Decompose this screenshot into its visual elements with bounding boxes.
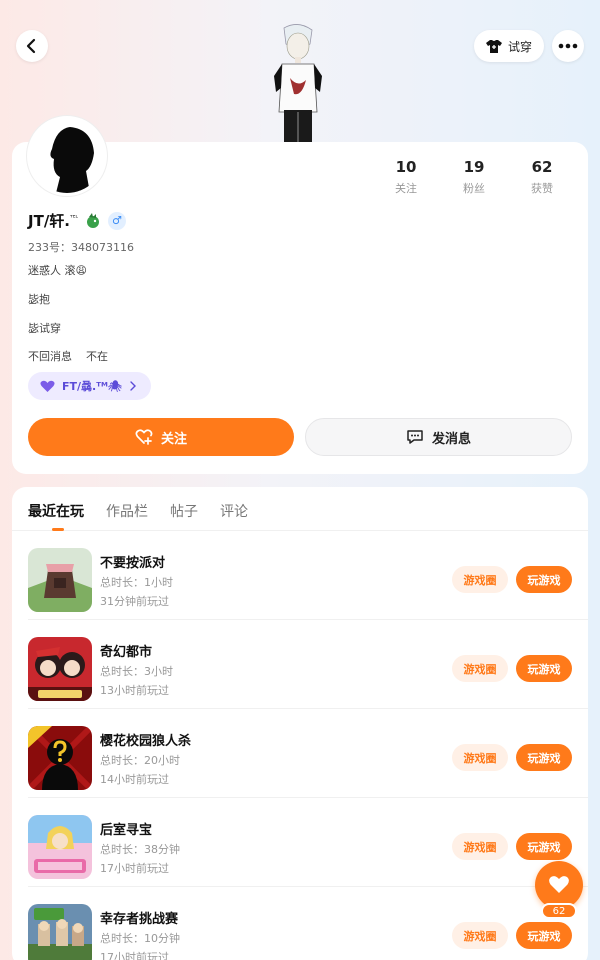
game-title: 幸存者挑战赛 — [100, 912, 179, 927]
more-options-button[interactable] — [552, 30, 584, 62]
game-duration: 总时长：3小时 — [100, 665, 173, 678]
row-divider — [28, 708, 588, 709]
stat-label: 关注 — [395, 182, 417, 195]
shirt-icon — [485, 40, 502, 53]
message-button[interactable]: 发消息 — [305, 418, 572, 456]
game-duration: 总时长：10分钟 — [100, 932, 180, 945]
gender-male-icon: ♂ — [107, 211, 126, 230]
stat-number: 10 — [395, 158, 417, 176]
stat-likes[interactable]: 62 获赞 — [508, 158, 576, 196]
silhouette-avatar-image — [30, 119, 104, 193]
game-thumbnail[interactable] — [28, 637, 92, 701]
game-thumbnail[interactable] — [28, 726, 92, 790]
game-circle-button[interactable]: 游戏圈 — [452, 655, 508, 682]
game-row[interactable]: 幸存者挑战赛 总时长：10分钟 17小时前玩过 游戏圈 玩游戏 — [12, 888, 588, 960]
tab-recently-played[interactable]: 最近在玩 — [28, 501, 84, 531]
game-last-played: 31分钟前玩过 — [100, 595, 169, 608]
avatar[interactable] — [27, 116, 107, 196]
group-tag[interactable]: FT/骉.ᵀᴹ🕷 — [28, 372, 151, 400]
stat-following[interactable]: 10 关注 — [372, 158, 440, 196]
heart-icon — [549, 876, 569, 893]
row-divider — [28, 619, 588, 620]
game-circle-button[interactable]: 游戏圈 — [452, 833, 508, 860]
bio-line: 不回消息 不在 — [28, 350, 108, 363]
game-thumbnail[interactable] — [28, 548, 92, 612]
profile-name-text: JT/轩. — [28, 212, 70, 230]
heart-plus-icon — [135, 429, 153, 445]
bio-line: 毖试穿 — [28, 322, 61, 335]
game-thumbnail[interactable] — [28, 904, 92, 960]
purple-heart-icon — [40, 380, 55, 392]
play-game-button[interactable]: 玩游戏 — [516, 833, 572, 860]
follow-button[interactable]: 关注 — [28, 418, 294, 456]
profile-stats: 10 关注 19 粉丝 62 获赞 — [372, 158, 576, 196]
game-circle-button[interactable]: 游戏圈 — [452, 744, 508, 771]
chevron-right-icon — [130, 381, 136, 391]
game-thumbnail[interactable] — [28, 815, 92, 879]
bio-line: 毖抱 — [28, 293, 50, 306]
user-id: 233号：348073116 — [28, 241, 134, 254]
profile-name: JT/轩.ᵀᴱᴸ — [28, 210, 78, 231]
profile-tabs: 最近在玩 作品栏 帖子 评论 — [12, 487, 588, 531]
play-game-button[interactable]: 玩游戏 — [516, 655, 572, 682]
group-tag-label: FT/骉.ᵀᴹ🕷 — [62, 380, 122, 393]
try-on-button[interactable]: 试穿 — [474, 30, 544, 62]
game-duration: 总时长：20小时 — [100, 754, 180, 767]
tab-works[interactable]: 作品栏 — [106, 501, 148, 530]
game-duration: 总时长：38分钟 — [100, 843, 180, 856]
game-last-played: 14小时前玩过 — [100, 773, 169, 786]
game-row[interactable]: 后室寻宝 总时长：38分钟 17小时前玩过 游戏圈 玩游戏 — [12, 799, 588, 887]
games-card: 最近在玩 作品栏 帖子 评论 不要按派对 总时长：1小时 31分钟前玩过 游戏圈… — [12, 487, 588, 960]
bio-line: 迷惑人 滚😩 — [28, 264, 87, 277]
game-thumbnail-image — [28, 548, 92, 612]
play-game-button[interactable]: 玩游戏 — [516, 744, 572, 771]
tab-comments[interactable]: 评论 — [220, 501, 248, 530]
game-last-played: 17小时前玩过 — [100, 862, 169, 875]
follow-button-label: 关注 — [160, 431, 187, 447]
game-row[interactable]: 不要按派对 总时长：1小时 31分钟前玩过 游戏圈 玩游戏 — [12, 532, 588, 620]
play-game-button[interactable]: 玩游戏 — [516, 566, 572, 593]
row-divider — [28, 886, 588, 887]
stat-label: 粉丝 — [463, 182, 485, 195]
chevron-left-icon — [26, 38, 36, 54]
game-thumbnail-image — [28, 815, 92, 879]
stat-followers[interactable]: 19 粉丝 — [440, 158, 508, 196]
game-duration: 总时长：1小时 — [100, 576, 173, 589]
stat-number: 19 — [463, 158, 485, 176]
back-button[interactable] — [16, 30, 48, 62]
game-circle-button[interactable]: 游戏圈 — [452, 922, 508, 949]
game-thumbnail-image — [28, 726, 92, 790]
message-button-label: 发消息 — [431, 431, 471, 447]
game-row[interactable]: 奇幻都市 总时长：3小时 13小时前玩过 游戏圈 玩游戏 — [12, 621, 588, 709]
game-thumbnail-image — [28, 904, 92, 960]
stat-label: 获赞 — [531, 182, 553, 195]
dragon-badge-icon — [86, 212, 99, 228]
stat-number: 62 — [531, 158, 553, 176]
play-game-button[interactable]: 玩游戏 — [516, 922, 572, 949]
game-circle-button[interactable]: 游戏圈 — [452, 566, 508, 593]
try-on-label: 试穿 — [507, 39, 532, 54]
like-button[interactable] — [535, 861, 583, 909]
more-dots-icon — [558, 43, 578, 49]
like-count-badge: 62 — [541, 903, 577, 919]
name-row: JT/轩.ᵀᴱᴸ ♂ — [28, 210, 126, 231]
game-row[interactable]: 樱花校园狼人杀 总时长：20小时 14小时前玩过 游戏圈 玩游戏 — [12, 710, 588, 798]
profile-name-suffix: ᵀᴱᴸ — [70, 214, 78, 222]
chat-bubble-icon — [407, 430, 423, 444]
game-title: 樱花校园狼人杀 — [100, 734, 192, 749]
game-last-played: 13小时前玩过 — [100, 684, 169, 697]
game-last-played: 17小时前玩过 — [100, 951, 169, 960]
top-bar: 试穿 — [0, 0, 600, 142]
row-divider — [28, 797, 588, 798]
tab-posts[interactable]: 帖子 — [170, 501, 198, 530]
game-title: 不要按派对 — [100, 556, 166, 571]
game-thumbnail-image — [28, 637, 92, 701]
character-avatar-image — [274, 24, 322, 142]
game-title: 奇幻都市 — [100, 645, 153, 660]
game-title: 后室寻宝 — [100, 823, 153, 838]
profile-card: 10 关注 19 粉丝 62 获赞 JT/轩.ᵀᴱᴸ ♂ 233号：348073… — [12, 142, 588, 474]
